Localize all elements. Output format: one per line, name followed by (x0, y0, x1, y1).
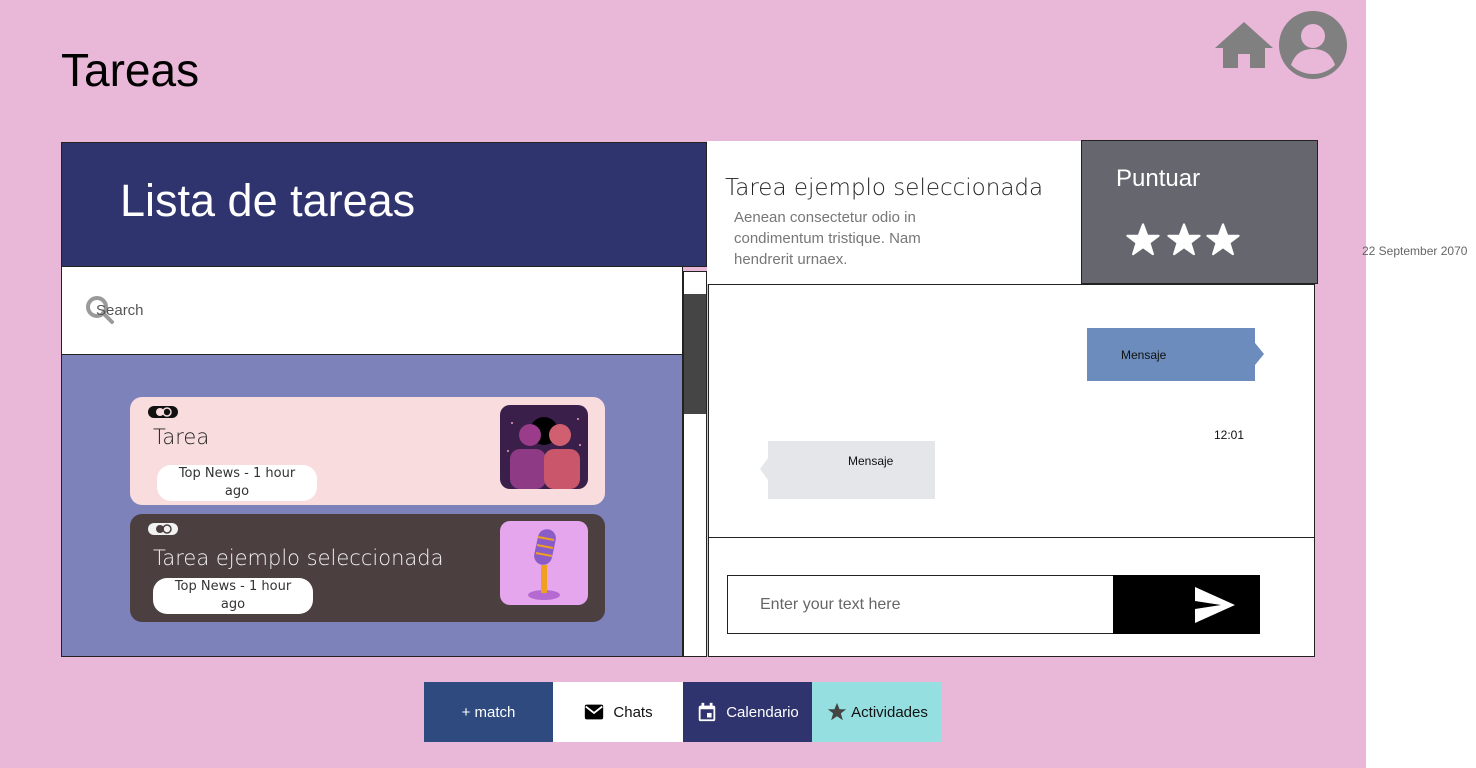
task-card-meta-line2: ago (224, 484, 250, 499)
app-screen: Tareas Lista de tareas Search Tarea Top … (0, 0, 1366, 768)
message-text: Mensaje (1121, 348, 1167, 362)
date-label: 22 September 2070 (1362, 244, 1468, 258)
task-card-selected[interactable]: Tarea ejemplo seleccionada Top News - 1 … (130, 514, 605, 622)
task-card-title: Tarea (153, 425, 210, 449)
message-input[interactable] (727, 575, 1114, 634)
brand-logo-icon (148, 523, 178, 535)
home-icon[interactable] (1213, 20, 1275, 70)
send-button[interactable] (1113, 575, 1260, 634)
nav-calendar-button[interactable]: Calendario (683, 682, 812, 742)
message-outgoing: Mensaje (1087, 328, 1255, 381)
nav-calendar-label: Calendario (726, 703, 799, 721)
task-list-header: Lista de tareas (61, 142, 707, 267)
microphone-image (500, 521, 588, 605)
nav-match-label: + match (461, 703, 516, 721)
star-icon[interactable] (1126, 223, 1160, 257)
scrollbar-thumb[interactable] (684, 294, 706, 414)
message-incoming: Mensaje (768, 441, 935, 499)
selected-task-panel: Tarea ejemplo seleccionada Aenean consec… (707, 141, 1082, 284)
rating-panel: Puntuar (1081, 140, 1318, 284)
task-list-scrollbar[interactable] (683, 271, 707, 657)
task-card-title: Tarea ejemplo seleccionada (153, 546, 444, 570)
task-card-meta: Top News - 1 hour ago (157, 465, 317, 501)
brand-logo-icon (148, 406, 178, 418)
bottom-navigation: + match Chats Calendario Actividades (424, 682, 942, 742)
nav-activities-button[interactable]: Actividades (812, 682, 942, 742)
message-text: Mensaje (848, 454, 894, 468)
selected-task-title: Tarea ejemplo seleccionada (725, 175, 1044, 201)
selected-task-description: Aenean consectetur odio in condimentum t… (734, 209, 921, 268)
star-icon (827, 702, 847, 721)
search-box[interactable]: Search (61, 266, 683, 355)
task-card-meta-line1: Top News - 1 hour (178, 466, 296, 481)
two-faces-silhouette-image (500, 405, 588, 489)
message-outgoing-tail (1255, 343, 1264, 365)
account-circle-icon[interactable] (1279, 11, 1347, 79)
nav-match-button[interactable]: + match (424, 682, 553, 742)
task-list-title: Lista de tareas (120, 175, 416, 226)
task-card-meta-line1: Top News - 1 hour (174, 579, 292, 594)
task-card-meta: Top News - 1 hour ago (153, 578, 313, 614)
message-incoming-tail (760, 458, 768, 480)
nav-chats-label: Chats (613, 703, 653, 721)
task-card-meta-line2: ago (220, 597, 246, 612)
chat-messages: Mensaje 12:01 Mensaje (708, 284, 1315, 538)
nav-chats-button[interactable]: Chats (553, 682, 683, 742)
calendar-icon (698, 702, 716, 722)
message-time: 12:01 (1214, 428, 1245, 442)
star-icon[interactable] (1206, 223, 1240, 257)
page-title: Tareas (61, 44, 200, 96)
mail-icon (585, 704, 604, 720)
rating-title: Puntuar (1116, 165, 1201, 192)
search-input[interactable]: Search (96, 302, 144, 319)
send-icon (1195, 587, 1235, 623)
task-card[interactable]: Tarea Top News - 1 hour ago (130, 397, 605, 505)
message-composer (708, 537, 1315, 657)
star-icon[interactable] (1167, 223, 1201, 257)
nav-activities-label: Actividades (851, 703, 928, 721)
